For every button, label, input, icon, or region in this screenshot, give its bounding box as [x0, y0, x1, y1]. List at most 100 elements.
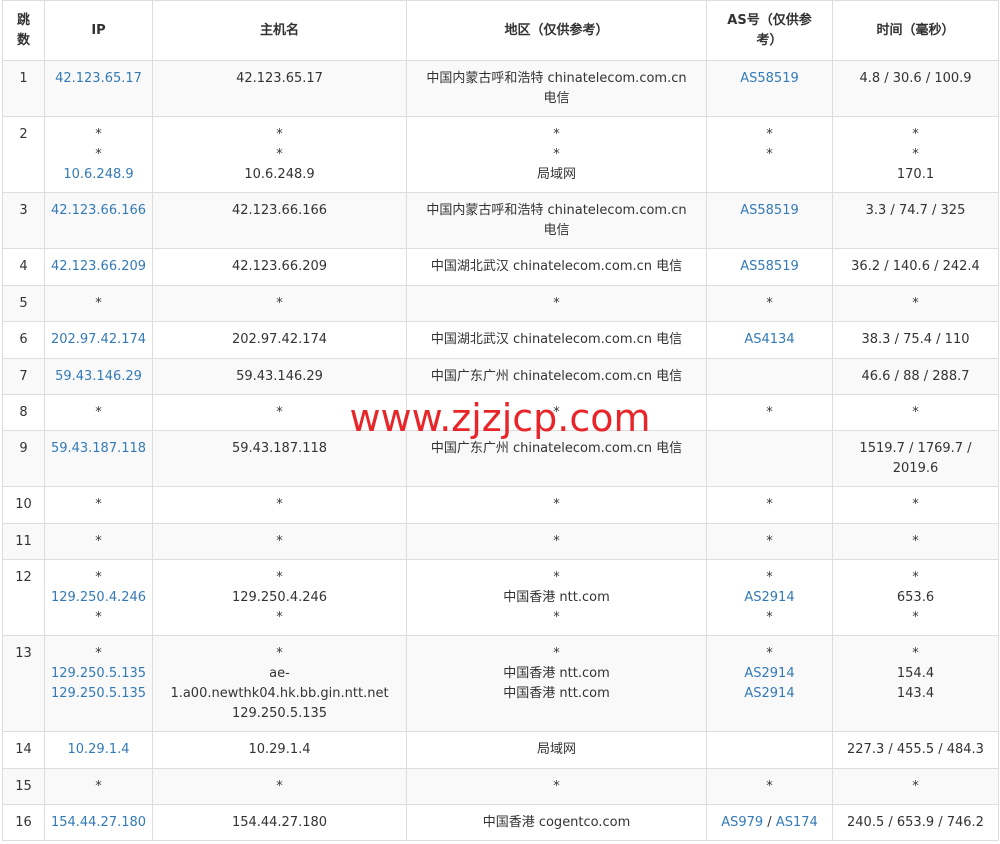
hop-number: 5	[2, 285, 45, 322]
as-cell: AS58519	[706, 248, 833, 286]
time-cell: * 653.6 *	[832, 559, 999, 636]
region-cell-line: *	[553, 147, 560, 162]
time-cell-line: 38.3 / 75.4 / 110	[861, 332, 970, 347]
region-cell-line: *	[553, 646, 560, 661]
as-line: *	[711, 125, 828, 145]
ip-cell-line[interactable]: 42.123.66.209	[49, 257, 148, 277]
as-cell: AS4134	[706, 321, 833, 359]
ip-cell: *	[44, 523, 153, 560]
as-link[interactable]: AS2914	[744, 666, 794, 681]
table-row: 8 * * * * *	[2, 394, 999, 431]
ip-cell: * * 10.6.248.9	[44, 116, 153, 193]
ip-cell-line[interactable]: 129.250.4.246	[49, 588, 148, 608]
time-cell-line: *	[912, 405, 919, 420]
as-cell: AS58519	[706, 60, 833, 117]
ip-cell: 59.43.187.118	[44, 430, 153, 487]
ip-cell-line[interactable]: 202.97.42.174	[49, 330, 148, 350]
as-cell: *	[706, 394, 833, 431]
time-cell-line: 154.4	[896, 666, 935, 681]
as-link[interactable]: AS174	[776, 815, 818, 830]
as-link[interactable]: AS2914	[744, 590, 794, 605]
hop-number: 3	[2, 192, 45, 249]
region-cell-line: 局域网	[536, 167, 576, 182]
time-cell: * * 170.1	[832, 116, 999, 193]
as-cell	[706, 358, 833, 395]
hostname-cell: * 129.250.4.246 *	[152, 559, 407, 636]
as-placeholder: *	[766, 534, 773, 549]
hostname-cell-line: *	[276, 534, 283, 549]
ip-cell-line: *	[95, 405, 102, 420]
region-cell-line: 中国湖北武汉 chinatelecom.com.cn 电信	[430, 332, 683, 347]
region-cell: 中国香港 cogentco.com	[406, 804, 707, 841]
time-cell-line: *	[912, 127, 919, 142]
ip-cell-line[interactable]: 42.123.65.17	[49, 69, 148, 89]
ip-cell-line[interactable]: 154.44.27.180	[49, 813, 148, 833]
as-line: *	[711, 532, 828, 552]
time-cell: 227.3 / 455.5 / 484.3	[832, 731, 999, 769]
header-region: 地区（仅供参考）	[406, 0, 707, 61]
hostname-cell: 59.43.146.29	[152, 358, 407, 395]
header-as: AS号（仅供参 考）	[706, 0, 833, 61]
region-cell-line: *	[553, 127, 560, 142]
region-cell-line: 中国香港 ntt.com	[503, 686, 610, 701]
time-cell-line: *	[912, 610, 919, 625]
region-cell: *	[406, 523, 707, 560]
as-link[interactable]: AS58519	[740, 71, 799, 86]
as-placeholder: *	[766, 127, 773, 142]
ip-cell-line[interactable]: 129.250.5.135	[49, 664, 148, 684]
table-row: 2 * * 10.6.248.9 * * 10.6.248.9 * * 局域网 * * * * 170.1	[2, 116, 999, 193]
time-cell-line: *	[912, 779, 919, 794]
table-row: 9 59.43.187.118 59.43.187.118 中国广东广州 chinat…	[2, 430, 999, 487]
hop-number: 8	[2, 394, 45, 431]
as-placeholder: *	[766, 147, 773, 162]
header-hostname: 主机名	[152, 0, 407, 61]
region-cell-line: 电信	[543, 223, 570, 238]
as-link[interactable]: AS2914	[744, 686, 794, 701]
time-cell-line: *	[912, 296, 919, 311]
table-row: 7 59.43.146.29 59.43.146.29 中国广东广州 chinatel…	[2, 358, 999, 395]
table-row: 4 42.123.66.209 42.123.66.209 中国湖北武汉 chinat…	[2, 248, 999, 286]
as-link[interactable]: AS58519	[740, 203, 799, 218]
as-line: *	[711, 608, 828, 628]
as-cell: * AS2914 *	[706, 559, 833, 636]
time-cell: *	[832, 285, 999, 322]
hop-number: 7	[2, 358, 45, 395]
time-cell-line: *	[912, 646, 919, 661]
ip-cell-line[interactable]: 10.6.248.9	[49, 165, 148, 185]
hostname-cell-line: *	[276, 405, 283, 420]
hostname-cell: *	[152, 523, 407, 560]
ip-cell-line: *	[95, 534, 102, 549]
hostname-cell-line: 1.a00.newthk04.hk.bb.gin.ntt.net	[170, 686, 389, 701]
hostname-cell: *	[152, 394, 407, 431]
table-row: 16 154.44.27.180 154.44.27.180 中国香港 cogentc…	[2, 804, 999, 841]
as-line: *	[711, 294, 828, 314]
hostname-cell-line: *	[276, 497, 283, 512]
region-cell: * 中国香港 ntt.com *	[406, 559, 707, 636]
hostname-cell-line: *	[276, 779, 283, 794]
table-row: 1 42.123.65.17 42.123.65.17 中国内蒙古呼和浩特 china…	[2, 60, 999, 117]
ip-cell-line[interactable]: 59.43.146.29	[49, 367, 148, 387]
ip-cell: * 129.250.5.135 129.250.5.135	[44, 635, 153, 732]
region-cell: *	[406, 394, 707, 431]
table-row: 6 202.97.42.174 202.97.42.174 中国湖北武汉 chinat…	[2, 321, 999, 359]
ip-cell-line[interactable]: 42.123.66.166	[49, 201, 148, 221]
time-cell-line: 240.5 / 653.9 / 746.2	[847, 815, 984, 830]
time-cell: 38.3 / 75.4 / 110	[832, 321, 999, 359]
ip-cell-line[interactable]: 10.29.1.4	[49, 740, 148, 760]
as-link[interactable]: AS58519	[740, 259, 799, 274]
hostname-cell-line: 154.44.27.180	[231, 815, 328, 830]
as-line: AS58519	[711, 257, 828, 277]
ip-cell-line: *	[95, 646, 102, 661]
table-header-row: 跳 数 IP 主机名 地区（仅供参考） AS号（仅供参 考） 时间（毫秒）	[2, 0, 999, 61]
region-cell: 中国湖北武汉 chinatelecom.com.cn 电信	[406, 248, 707, 286]
as-cell: *	[706, 285, 833, 322]
as-link[interactable]: AS979	[721, 815, 763, 830]
time-cell-line: 143.4	[896, 686, 935, 701]
hop-number: 9	[2, 430, 45, 487]
as-link[interactable]: AS4134	[744, 332, 794, 347]
ip-cell-line[interactable]: 129.250.5.135	[49, 684, 148, 704]
hop-number: 6	[2, 321, 45, 359]
hostname-cell-line: 129.250.4.246	[231, 590, 328, 605]
ip-cell-line[interactable]: 59.43.187.118	[49, 439, 148, 459]
as-line: *	[711, 145, 828, 165]
